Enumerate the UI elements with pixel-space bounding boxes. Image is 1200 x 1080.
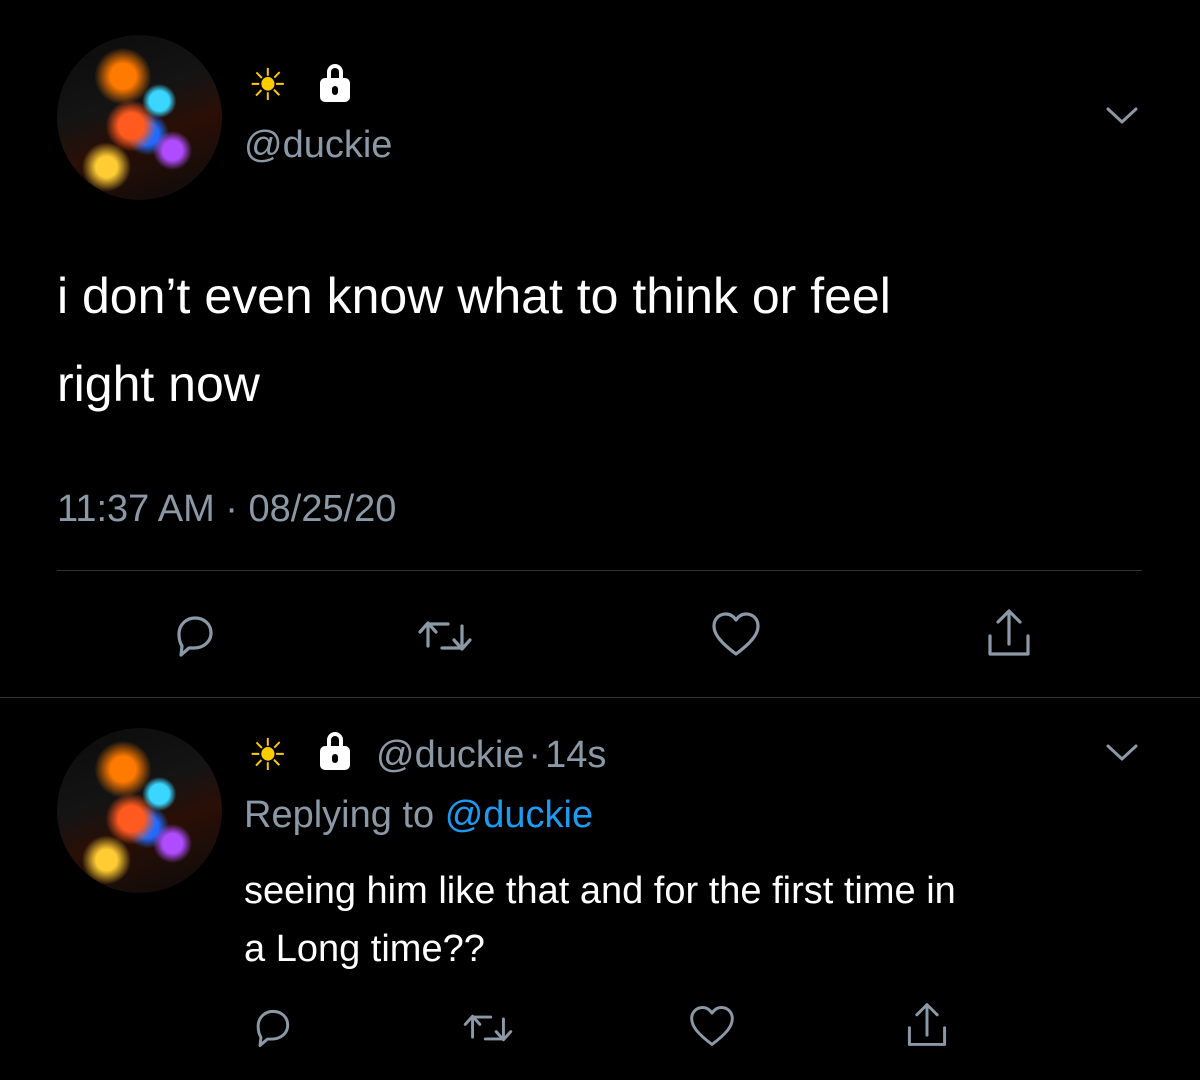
replying-to: Replying to @duckie	[244, 794, 593, 837]
share-icon[interactable]	[902, 998, 952, 1052]
tweet-text-line: i don’t even know what to think or feel	[57, 268, 891, 324]
replying-to-label: Replying to	[244, 794, 435, 836]
divider	[57, 570, 1142, 571]
chevron-down-icon[interactable]	[1104, 740, 1140, 764]
sun-icon: ☀	[248, 731, 288, 780]
avatar[interactable]	[57, 728, 222, 893]
divider	[0, 697, 1200, 698]
tweet-text-line: a Long time??	[244, 928, 485, 970]
sun-icon: ☀	[248, 61, 288, 110]
like-icon[interactable]	[708, 608, 764, 660]
reply-icon[interactable]	[247, 1004, 297, 1052]
tweet-text: seeing him like that and for the first t…	[244, 862, 956, 978]
user-handle[interactable]: @duckie	[376, 734, 524, 776]
tweet-text-line: seeing him like that and for the first t…	[244, 870, 956, 912]
retweet-icon[interactable]	[412, 610, 478, 662]
reply-meta: @duckie · 14s	[376, 734, 606, 777]
user-handle[interactable]: @duckie	[244, 124, 392, 167]
tweet-timestamp[interactable]: 11:37 AM · 08/25/20	[57, 488, 396, 531]
tweet-text-line: right now	[57, 356, 260, 412]
meta-separator: ·	[528, 734, 542, 776]
tweet-age[interactable]: 14s	[545, 734, 606, 776]
replying-to-handle[interactable]: @duckie	[445, 794, 593, 836]
chevron-down-icon[interactable]	[1104, 103, 1140, 127]
avatar[interactable]	[57, 35, 222, 200]
lock-icon	[320, 64, 350, 104]
lock-icon	[320, 732, 350, 772]
reply-icon[interactable]	[167, 610, 221, 662]
tweet-text: i don’t even know what to think or feel …	[57, 252, 891, 428]
share-icon[interactable]	[982, 604, 1036, 662]
like-icon[interactable]	[686, 1002, 738, 1050]
retweet-icon[interactable]	[458, 1004, 518, 1052]
